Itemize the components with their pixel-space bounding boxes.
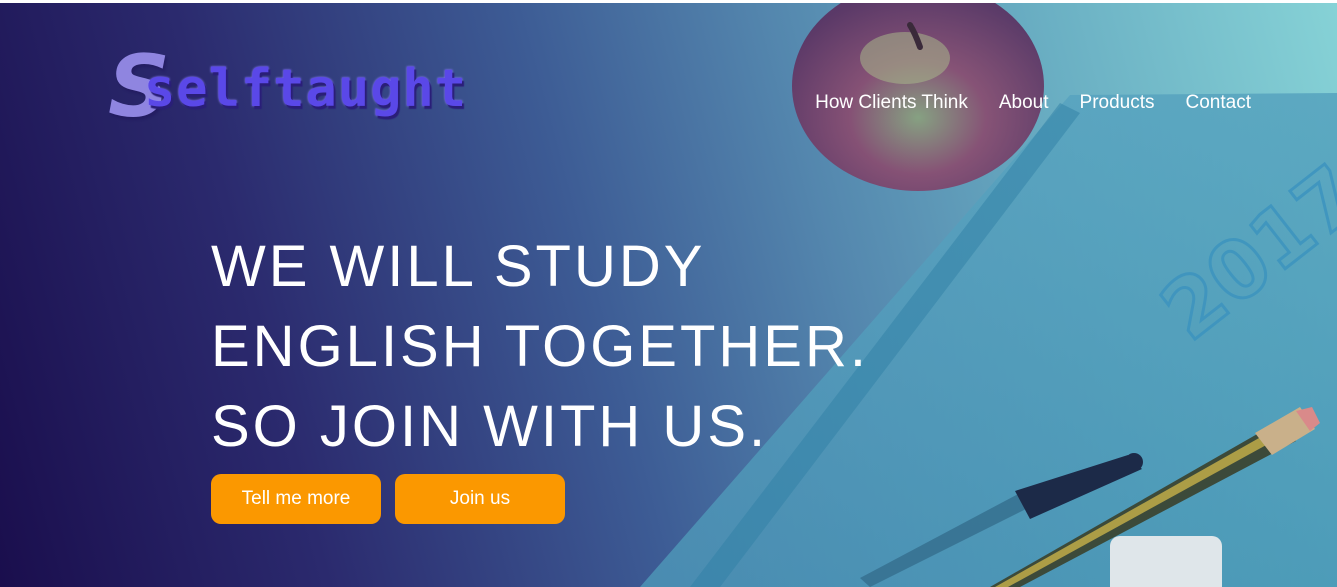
- headline-line-2: ENGLISH TOGETHER.: [211, 314, 869, 379]
- nav-link-contact[interactable]: Contact: [1186, 89, 1251, 117]
- nav-link-about[interactable]: About: [999, 89, 1049, 117]
- hero-buttons: Tell me more Join us: [211, 474, 565, 524]
- nav-link-products[interactable]: Products: [1080, 89, 1155, 117]
- headline-line-3: SO JOIN WITH US.: [211, 394, 769, 459]
- nav-link-how-clients-think[interactable]: How Clients Think: [815, 89, 968, 117]
- tell-me-more-button[interactable]: Tell me more: [211, 474, 381, 524]
- logo-wordmark: selftaught: [144, 59, 468, 119]
- main-nav: How Clients Think About Products Contact: [815, 89, 1251, 117]
- hero-headline: WE WILL STUDY ENGLISH TOGETHER. SO JOIN …: [211, 227, 869, 467]
- site-logo[interactable]: S selftaught: [108, 41, 488, 133]
- headline-line-1: WE WILL STUDY: [211, 234, 706, 299]
- hero-section: 2017 S selftaught How Clients Think Abou…: [0, 3, 1337, 587]
- join-us-button[interactable]: Join us: [395, 474, 565, 524]
- eraser-illustration: [1110, 536, 1222, 587]
